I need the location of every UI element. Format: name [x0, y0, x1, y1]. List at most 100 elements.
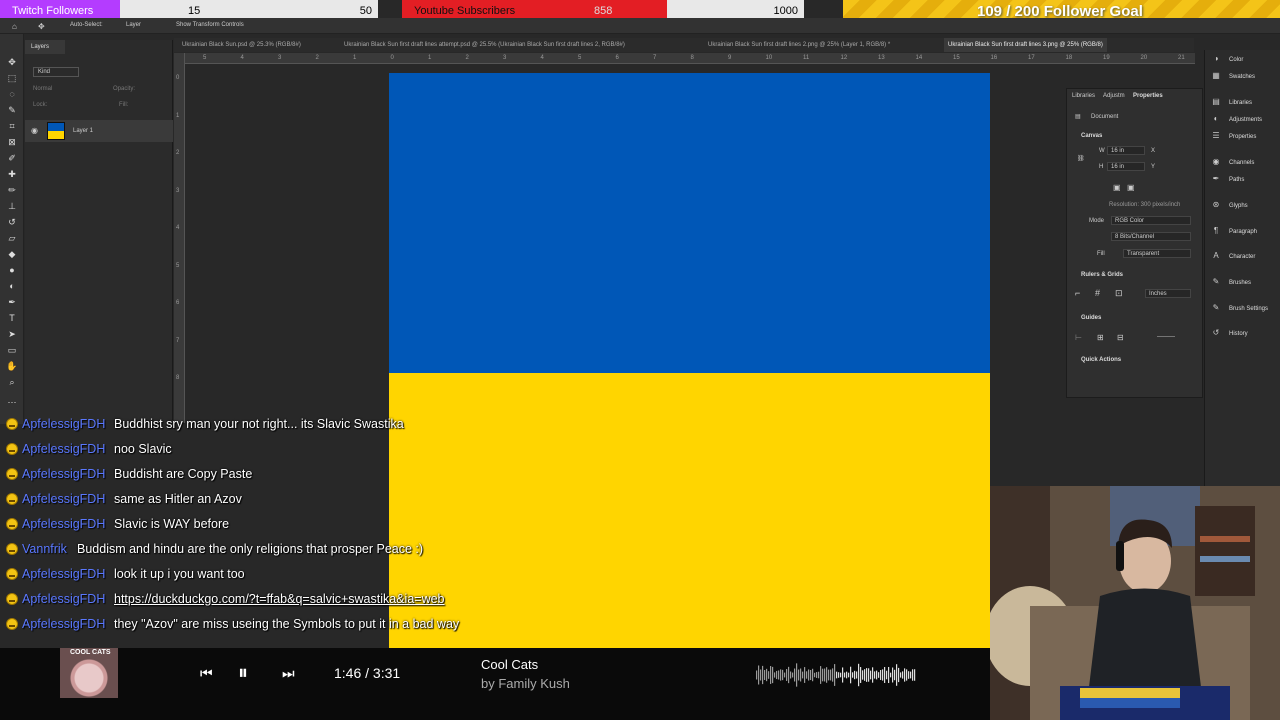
chat-message: ApfelessigFDH Buddhist sry man your not r…	[0, 412, 560, 437]
chat-text: they "Azov" are miss useing the Symbols …	[114, 617, 460, 631]
width-field[interactable]: 16 in	[1111, 148, 1124, 154]
layer-row[interactable]: ◉ Layer 1	[25, 120, 173, 142]
chat-text: Buddism and hindu are the only religions…	[77, 542, 424, 556]
dock-item-libraries[interactable]: ▤ Libraries	[1205, 96, 1280, 110]
tab-properties[interactable]: Properties	[1133, 93, 1163, 99]
quick-select-icon[interactable]: ✎	[6, 104, 18, 116]
frame-icon[interactable]: ⊠	[6, 136, 18, 148]
auto-select-checkbox[interactable]: Auto-Select:	[70, 22, 103, 28]
next-button[interactable]: ⏭	[282, 665, 298, 681]
waveform-seekbar[interactable]	[756, 660, 916, 690]
guides-smart-icon[interactable]: ⊟	[1117, 333, 1124, 342]
dock-item-color[interactable]: ◑ Color	[1205, 53, 1280, 67]
dock-item-history[interactable]: ↺ History	[1205, 327, 1280, 341]
chat-link[interactable]: https://duckduckgo.com/?t=ffab&q=salvic+…	[114, 592, 445, 606]
kind-filter[interactable]: Kind	[33, 67, 79, 77]
pixel-grid-icon[interactable]: ⊡	[1115, 288, 1123, 299]
right-panel-dock: ◑ Color ▦ Swatches ▤ Libraries ◐ Adjustments ☰ Pr…	[1204, 50, 1280, 486]
history-brush-icon[interactable]: ↺	[6, 216, 18, 228]
waveform-bar	[784, 672, 786, 678]
chat-badge-icon	[6, 443, 18, 455]
chat-badge-icon	[6, 593, 18, 605]
landscape-icon[interactable]: ▣	[1127, 183, 1135, 192]
dock-item-label: History	[1229, 331, 1248, 337]
pause-button[interactable]: ⏸	[238, 662, 260, 684]
stamp-icon[interactable]: ⊥	[6, 200, 18, 212]
doc-tab-3[interactable]: Ukrainian Black Sun first draft lines 2.…	[708, 42, 890, 48]
waveform-bar	[836, 671, 838, 679]
eye-icon[interactable]: ◉	[31, 126, 38, 135]
fill-dropdown[interactable]: Transparent	[1127, 251, 1159, 257]
dock-item-brushes[interactable]: ✎ Brushes	[1205, 276, 1280, 290]
guide-color-dropdown[interactable]: ———	[1157, 334, 1175, 340]
canvas-section[interactable]: Canvas	[1081, 133, 1102, 139]
doc-tab-2[interactable]: Ukrainian Black Sun first draft lines at…	[344, 42, 625, 48]
guides-visibility-icon[interactable]: ⊢	[1075, 333, 1082, 342]
rectangle-icon[interactable]: ▭	[6, 344, 18, 356]
type-icon[interactable]: T	[6, 312, 18, 324]
home-icon[interactable]: ⌂	[12, 22, 17, 31]
eyedropper-icon[interactable]: ✐	[6, 152, 18, 164]
ruler-left: 0 1 2 3 4 5 6 7 8	[174, 53, 185, 423]
chat-username: ApfelessigFDH	[22, 467, 106, 481]
mode-label: Mode	[1089, 218, 1105, 224]
quick-actions-section[interactable]: Quick Actions	[1081, 357, 1121, 363]
dodge-icon[interactable]: ◐	[6, 280, 18, 292]
path-select-icon[interactable]: ➤	[6, 328, 18, 340]
ruler-top-tick: 17	[1028, 55, 1035, 61]
tab-libraries[interactable]: Libraries	[1072, 93, 1095, 99]
healing-icon[interactable]: ✚	[6, 168, 18, 180]
marquee-icon[interactable]: ⬚	[6, 72, 18, 84]
ruler-top-tick: 15	[953, 55, 960, 61]
ruler-toggle-icon[interactable]: ⌐	[1075, 288, 1080, 298]
ruler-top-tick: 1	[428, 55, 432, 61]
portrait-icon[interactable]: ▣	[1113, 183, 1121, 192]
dock-item-character[interactable]: A Character	[1205, 250, 1280, 264]
dock-item-swatches[interactable]: ▦ Swatches	[1205, 70, 1280, 84]
brush-icon[interactable]: ✏	[6, 184, 18, 196]
crop-icon[interactable]: ⌗	[6, 120, 18, 132]
tab-adjustments[interactable]: Adjustm	[1103, 93, 1125, 99]
mode-dropdown[interactable]: RGB Color	[1115, 218, 1144, 224]
dock-item-glyphs[interactable]: ⊛ Glyphs	[1205, 199, 1280, 213]
guides-section[interactable]: Guides	[1081, 315, 1101, 321]
swatches-icon: ▦	[1212, 71, 1220, 80]
pen-icon[interactable]: ✒	[6, 296, 18, 308]
paint-bucket-icon[interactable]: ◆	[6, 248, 18, 260]
dock-item-paragraph[interactable]: ¶ Paragraph	[1205, 225, 1280, 239]
layer-dropdown[interactable]: Layer	[126, 22, 141, 28]
move-tool-icon[interactable]: ✥	[38, 22, 45, 31]
height-field[interactable]: 16 in	[1111, 164, 1124, 170]
doc-tab-1[interactable]: Ukrainian Black Sun.psd @ 25.3% (RGB/8#)	[182, 42, 301, 48]
rulers-grids-section[interactable]: Rulers & Grids	[1081, 272, 1123, 278]
dock-item-paths[interactable]: ✒ Paths	[1205, 173, 1280, 187]
playback-time: 1:46 / 3:31	[334, 665, 401, 681]
move-icon[interactable]: ✥	[6, 56, 18, 68]
dock-item-adjustments[interactable]: ◐ Adjustments	[1205, 113, 1280, 127]
guides-lock-icon[interactable]: ⊞	[1097, 333, 1104, 342]
ruler-top-tick: 9	[728, 55, 732, 61]
eraser-icon[interactable]: ▱	[6, 232, 18, 244]
chat-username: ApfelessigFDH	[22, 417, 106, 431]
more-tools-icon[interactable]: ⋯	[6, 396, 18, 408]
layers-tab[interactable]: Layers	[25, 40, 65, 54]
libraries-icon: ▤	[1212, 97, 1220, 106]
dock-item-brush-settings[interactable]: ✎ Brush Settings	[1205, 302, 1280, 316]
grid-icon[interactable]: #	[1095, 288, 1100, 298]
units-dropdown[interactable]: Inches	[1149, 291, 1167, 297]
waveform-bar	[800, 668, 802, 682]
hand-icon[interactable]: ✋	[6, 360, 18, 372]
properties-panel: Libraries Adjustm Properties ▤ Document …	[1066, 88, 1203, 398]
waveform-bar	[902, 671, 904, 679]
dock-item-properties[interactable]: ☰ Properties	[1205, 130, 1280, 144]
show-transform-controls[interactable]: Show Transform Controls	[176, 22, 244, 28]
bits-dropdown[interactable]: 8 Bits/Channel	[1115, 234, 1154, 240]
zoom-icon[interactable]: ⌕	[6, 376, 18, 388]
lasso-icon[interactable]: ◌	[6, 88, 18, 100]
blur-icon[interactable]: ●	[6, 264, 18, 276]
blend-mode[interactable]: Normal	[33, 86, 52, 92]
link-icon[interactable]: ⛓	[1077, 155, 1085, 162]
dock-item-channels[interactable]: ◉ Channels	[1205, 156, 1280, 170]
previous-button[interactable]: ⏮	[200, 665, 216, 681]
doc-tab-4[interactable]: Ukrainian Black Sun first draft lines 3.…	[944, 38, 1107, 52]
